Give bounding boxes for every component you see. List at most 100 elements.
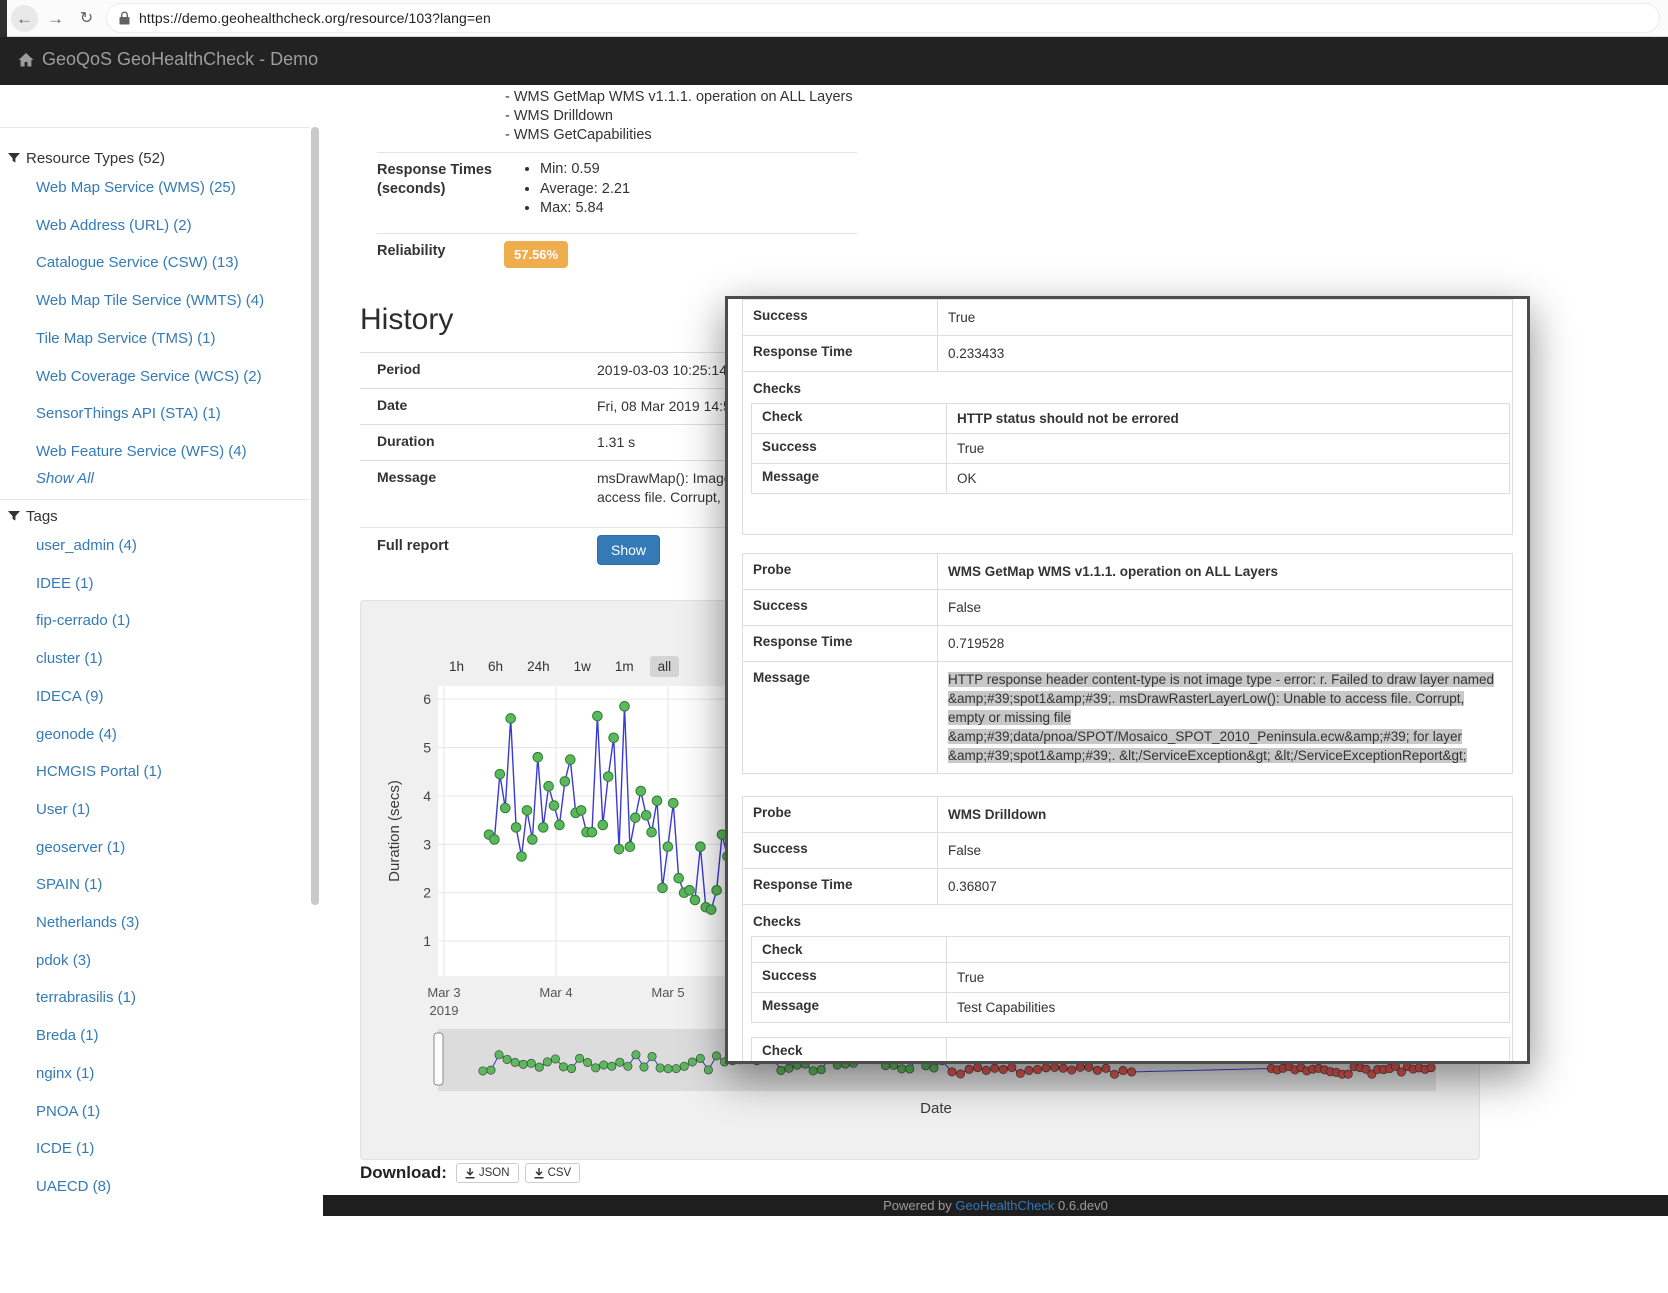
sidebar-item-tag[interactable]: User (1) — [36, 801, 90, 818]
svg-text:Mar 4: Mar 4 — [539, 985, 572, 1000]
report-row-label: Response Time — [743, 626, 938, 661]
sidebar-item-resource-type[interactable]: SensorThings API (STA) (1) — [36, 405, 221, 422]
probe-list-item: - WMS Drilldown — [505, 107, 853, 126]
sidebar-item-tag[interactable]: IDECA (9) — [36, 688, 104, 705]
sidebar-item-resource-type[interactable]: Web Coverage Service (WCS) (2) — [36, 368, 262, 385]
sidebar-item-tag[interactable]: geonode (4) — [36, 726, 117, 743]
report-row: Check — [752, 1038, 1509, 1064]
report-row-value: True — [947, 963, 1509, 992]
sidebar-item-tag[interactable]: terrabrasilis (1) — [36, 989, 136, 1006]
geohealthcheck-link[interactable]: GeoHealthCheck — [955, 1198, 1054, 1213]
range-button-24h[interactable]: 24h — [519, 656, 558, 677]
filter-icon — [8, 511, 20, 522]
report-row-label: Success — [743, 833, 938, 868]
svg-text:Mar 3: Mar 3 — [427, 985, 460, 1000]
report-row: Response Time0.36807 — [743, 869, 1512, 905]
report-row: Response Time0.233433 — [743, 336, 1512, 372]
svg-text:Duration (secs): Duration (secs) — [386, 780, 403, 882]
report-row: Response Time0.719528 — [743, 626, 1512, 662]
home-icon[interactable] — [17, 51, 35, 74]
svg-text:6: 6 — [423, 691, 431, 707]
sidebar-item-resource-type[interactable]: Web Address (URL) (2) — [36, 217, 192, 234]
report-row-value: 0.233433 — [938, 336, 1512, 371]
screen: ← → ↻ https://demo.geohealthcheck.org/re… — [0, 0, 1668, 1293]
sidebar-divider — [0, 499, 310, 500]
sidebar-item-resource-type[interactable]: Catalogue Service (CSW) (13) — [36, 254, 239, 271]
sidebar-item-resource-type[interactable]: Web Map Tile Service (WMTS) (4) — [36, 292, 264, 309]
report-row-label: Check — [752, 404, 947, 433]
sidebar-scrollbar[interactable] — [311, 127, 319, 905]
reliability-badge: 57.56% — [504, 241, 568, 268]
sidebar-item-tag[interactable]: user_admin (4) — [36, 537, 137, 554]
report-row-value: HTTP status should not be errored — [947, 404, 1509, 433]
sidebar-item-tag[interactable]: pdok (3) — [36, 952, 91, 969]
report-row: ProbeWMS GetMap WMS v1.1.1. operation on… — [743, 554, 1512, 590]
download-json-button[interactable]: JSON — [456, 1163, 519, 1183]
sidebar-item-tag[interactable]: cluster (1) — [36, 650, 103, 667]
full-report-label: Full report — [377, 538, 449, 554]
range-button-1w[interactable]: 1w — [566, 656, 599, 677]
range-button-1m[interactable]: 1m — [607, 656, 642, 677]
range-button-all[interactable]: all — [650, 656, 680, 677]
reliability-label: Reliability — [377, 243, 446, 259]
sidebar-item-tag[interactable]: SPAIN (1) — [36, 876, 102, 893]
report-row: MessageHTTP response header content-type… — [743, 662, 1512, 773]
sidebar-item-tag[interactable]: Breda (1) — [36, 1027, 99, 1044]
report-row: MessageTest Capabilities — [752, 993, 1509, 1022]
sidebar-item-tag[interactable]: UAECD (8) — [36, 1178, 111, 1195]
download-csv-button[interactable]: CSV — [525, 1163, 581, 1183]
footer: Powered by GeoHealthCheck 0.6.dev0 — [323, 1195, 1668, 1216]
sidebar-item-resource-type[interactable]: Web Feature Service (WFS) (4) — [36, 443, 247, 460]
navbar-brand[interactable]: GeoQoS GeoHealthCheck - Demo — [42, 49, 318, 70]
report-row-label: Message — [752, 993, 947, 1022]
divider — [377, 152, 857, 153]
svg-text:2019: 2019 — [430, 1003, 459, 1018]
browser-url-bar[interactable]: https://demo.geohealthcheck.org/resource… — [106, 3, 1660, 33]
browser-toolbar: ← → ↻ https://demo.geohealthcheck.org/re… — [0, 0, 1668, 37]
response-times-label: Response Times (seconds) — [377, 161, 492, 199]
browser-forward-button[interactable]: → — [42, 5, 69, 32]
report-row-value: WMS GetMap WMS v1.1.1. operation on ALL … — [938, 554, 1512, 589]
probe-list-item: - WMS GetCapabilities — [505, 126, 853, 145]
report-modal: SuccessTrueResponse Time0.233433ChecksCh… — [725, 296, 1530, 1064]
sidebar-item-tag[interactable]: Netherlands (3) — [36, 914, 139, 931]
report-row: CheckHTTP status should not be errored — [752, 404, 1509, 434]
browser-reload-button[interactable]: ↻ — [73, 5, 100, 32]
history-row-label: Date — [377, 397, 597, 416]
show-report-button[interactable]: Show — [597, 535, 660, 565]
browser-back-button[interactable]: ← — [11, 5, 38, 32]
response-time-item: Min: 0.59 — [540, 160, 630, 180]
sidebar-item-resource-type[interactable]: Web Map Service (WMS) (25) — [36, 179, 236, 196]
sidebar-item-tag[interactable]: HCMGIS Portal (1) — [36, 763, 162, 780]
svg-text:2: 2 — [423, 885, 431, 901]
report-row-value — [947, 1038, 1509, 1063]
probe-list-item: - WMS GetMap WMS v1.1.1. operation on AL… — [505, 88, 853, 107]
url-text: https://demo.geohealthcheck.org/resource… — [139, 10, 491, 26]
window-edge — [0, 0, 7, 37]
report-row: SuccessTrue — [743, 300, 1512, 336]
report-row-label: Response Time — [743, 869, 938, 904]
footer-text: Powered by — [883, 1198, 955, 1213]
sidebar-item-tag[interactable]: fip-cerrado (1) — [36, 612, 130, 629]
sidebar-show-all-link[interactable]: Show All — [36, 470, 94, 487]
check-table: CheckSuccessTrueMessageTest Capabilities — [751, 936, 1510, 1023]
sidebar-item-tag[interactable]: IDEE (1) — [36, 575, 94, 592]
report-row-value: OK — [947, 464, 1509, 493]
report-row-value — [947, 937, 1509, 962]
sidebar-item-tag[interactable]: ICDE (1) — [36, 1140, 94, 1157]
report-row: SuccessTrue — [752, 434, 1509, 464]
range-button-6h[interactable]: 6h — [480, 656, 511, 677]
sidebar-item-tag[interactable]: geoserver (1) — [36, 839, 125, 856]
svg-text:3: 3 — [423, 836, 431, 852]
history-heading: History — [360, 303, 453, 337]
response-times-values: Min: 0.59Average: 2.21Max: 5.84 — [522, 160, 630, 219]
sidebar-item-resource-type[interactable]: Tile Map Service (TMS) (1) — [36, 330, 215, 347]
range-button-1h[interactable]: 1h — [441, 656, 472, 677]
sidebar-item-tag[interactable]: nginx (1) — [36, 1065, 94, 1082]
sidebar-item-tag[interactable]: PNOA (1) — [36, 1103, 100, 1120]
svg-text:5: 5 — [423, 739, 431, 755]
history-row-label: Duration — [377, 433, 597, 452]
report-row-label: Success — [752, 963, 947, 992]
report-row-value: False — [938, 590, 1512, 625]
report-row: SuccessTrue — [752, 963, 1509, 993]
